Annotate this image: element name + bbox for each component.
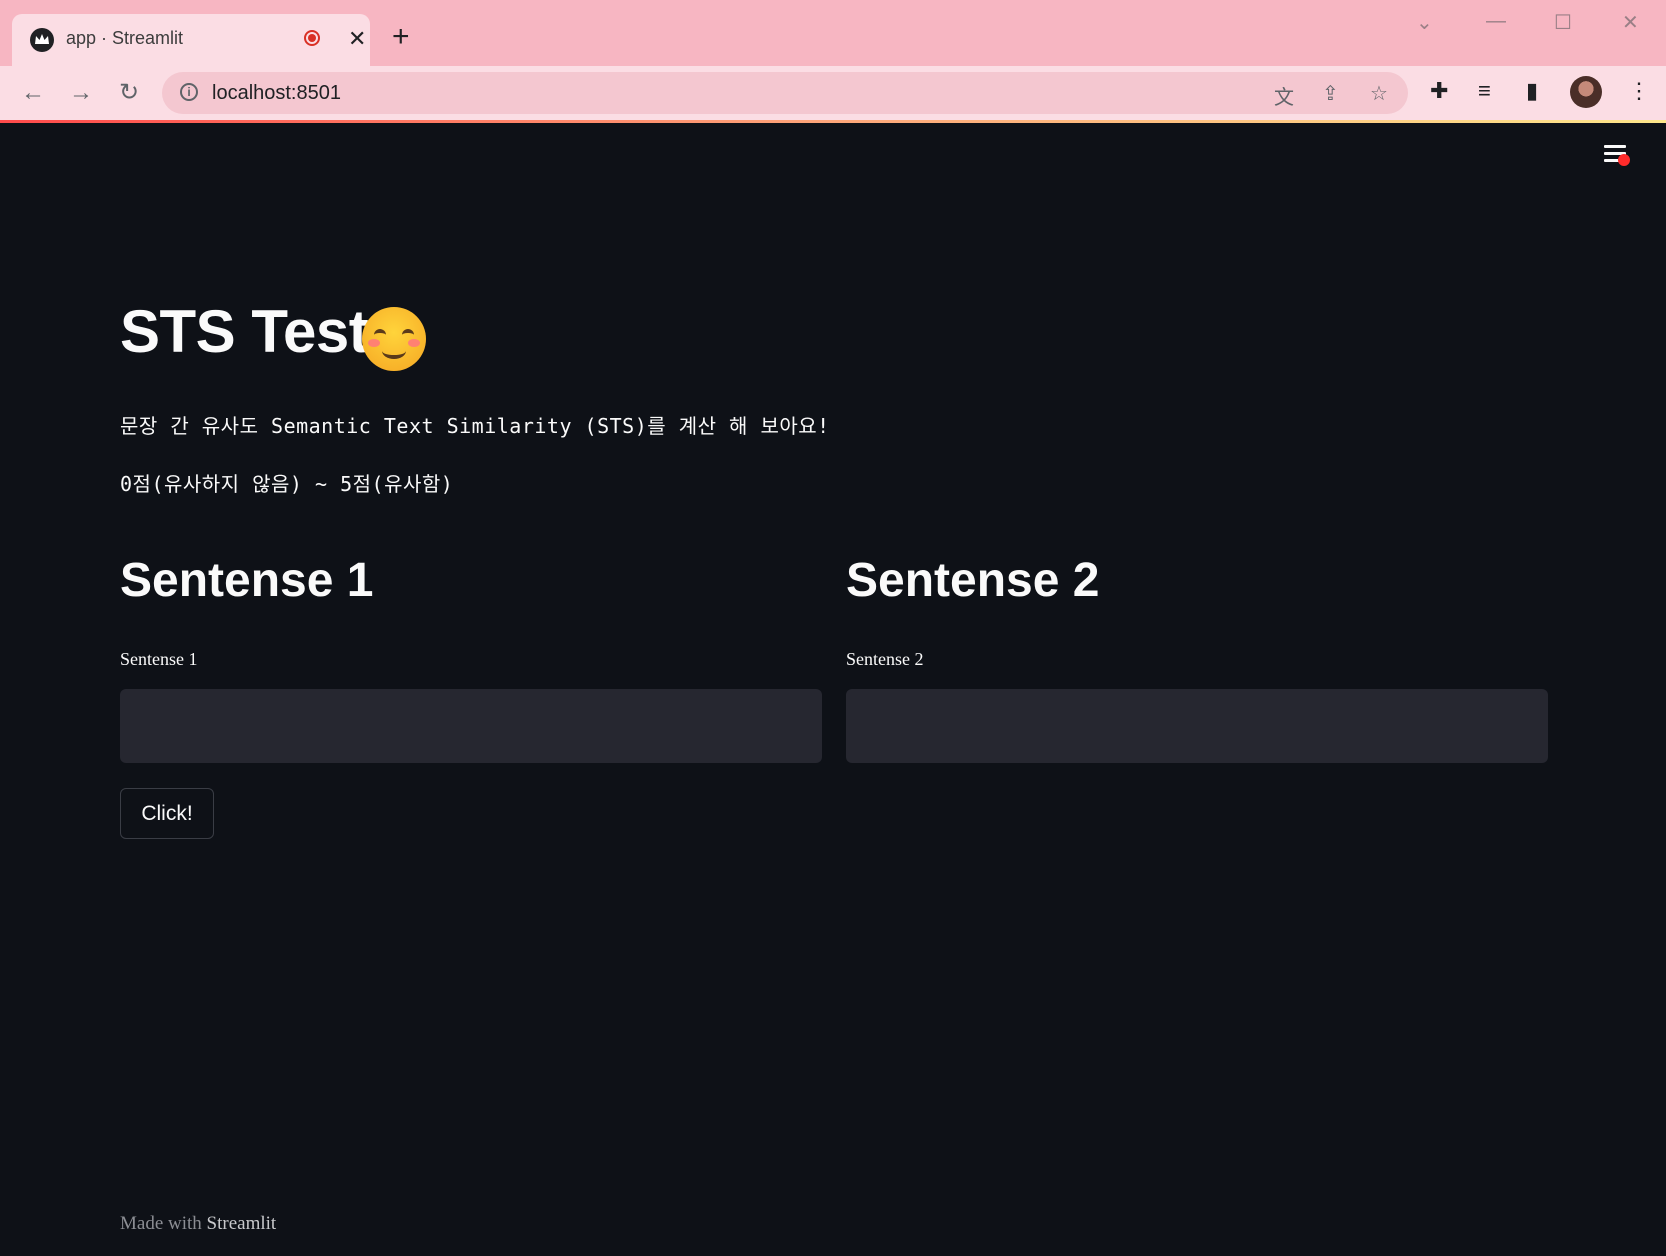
footer-prefix: Made with xyxy=(120,1213,202,1234)
streamlit-app: STS Test 문장 간 유사도 Semantic Text Similari… xyxy=(0,123,1666,1256)
description-text: 문장 간 유사도 Semantic Text Similarity (STS)를… xyxy=(120,414,830,438)
translate-icon[interactable]: 文 xyxy=(1274,81,1294,110)
reload-icon[interactable]: ↻ xyxy=(116,80,142,106)
sentence-2-label: Sentense 2 xyxy=(846,649,924,669)
address-bar[interactable]: i localhost:8501 文 ⇪ ☆ xyxy=(162,72,1408,114)
notification-dot xyxy=(1618,154,1630,166)
maximize-icon[interactable]: ☐ xyxy=(1554,10,1572,35)
window-close-icon[interactable]: ✕ xyxy=(1622,10,1639,35)
close-icon[interactable]: ✕ xyxy=(348,28,366,50)
sentence-1-input[interactable] xyxy=(120,689,822,763)
share-icon[interactable]: ⇪ xyxy=(1322,81,1339,106)
sentence-1-header: Sentense 1 xyxy=(120,554,374,607)
url-text: localhost:8501 xyxy=(212,82,341,104)
kebab-menu-icon[interactable]: ⋮ xyxy=(1628,78,1650,104)
sentence-2-input[interactable] xyxy=(846,689,1548,763)
streamlit-crown-icon xyxy=(30,28,54,52)
sentence-2-header: Sentense 2 xyxy=(846,554,1100,607)
browser-tab[interactable]: app · Streamlit ✕ xyxy=(12,14,370,66)
minimize-icon[interactable]: — xyxy=(1486,10,1506,33)
star-icon[interactable]: ☆ xyxy=(1370,81,1388,106)
sentence-1-label: Sentense 1 xyxy=(120,649,198,669)
info-icon[interactable]: i xyxy=(180,83,198,101)
browser-titlebar: app · Streamlit ✕ + ⌄ — ☐ ✕ xyxy=(0,0,1666,66)
side-panel-icon[interactable]: ▮ xyxy=(1526,78,1538,104)
tab-search-icon[interactable]: ⌄ xyxy=(1416,10,1433,35)
plus-icon[interactable]: + xyxy=(392,22,410,52)
click-button[interactable]: Click! xyxy=(120,788,214,839)
smiling-face-emoji xyxy=(362,307,426,371)
tab-title: app · Streamlit xyxy=(66,28,184,48)
score-range-text: 0점(유사하지 않음) ~ 5점(유사함) xyxy=(120,472,454,496)
footer: Made with Streamlit xyxy=(120,1213,276,1235)
hamburger-menu-icon[interactable] xyxy=(1604,145,1630,166)
page-title: STS Test xyxy=(120,298,369,365)
profile-avatar[interactable] xyxy=(1570,76,1602,108)
back-arrow-icon[interactable]: ← xyxy=(20,80,46,106)
record-icon xyxy=(304,30,320,46)
streamlit-link[interactable]: Streamlit xyxy=(207,1213,277,1234)
browser-toolbar: ← → ↻ i localhost:8501 文 ⇪ ☆ ✚ ≡ ▮ ⋮ xyxy=(0,66,1666,120)
forward-arrow-icon[interactable]: → xyxy=(68,80,94,106)
media-control-icon[interactable]: ≡ xyxy=(1478,78,1491,104)
extensions-icon[interactable]: ✚ xyxy=(1430,78,1448,104)
